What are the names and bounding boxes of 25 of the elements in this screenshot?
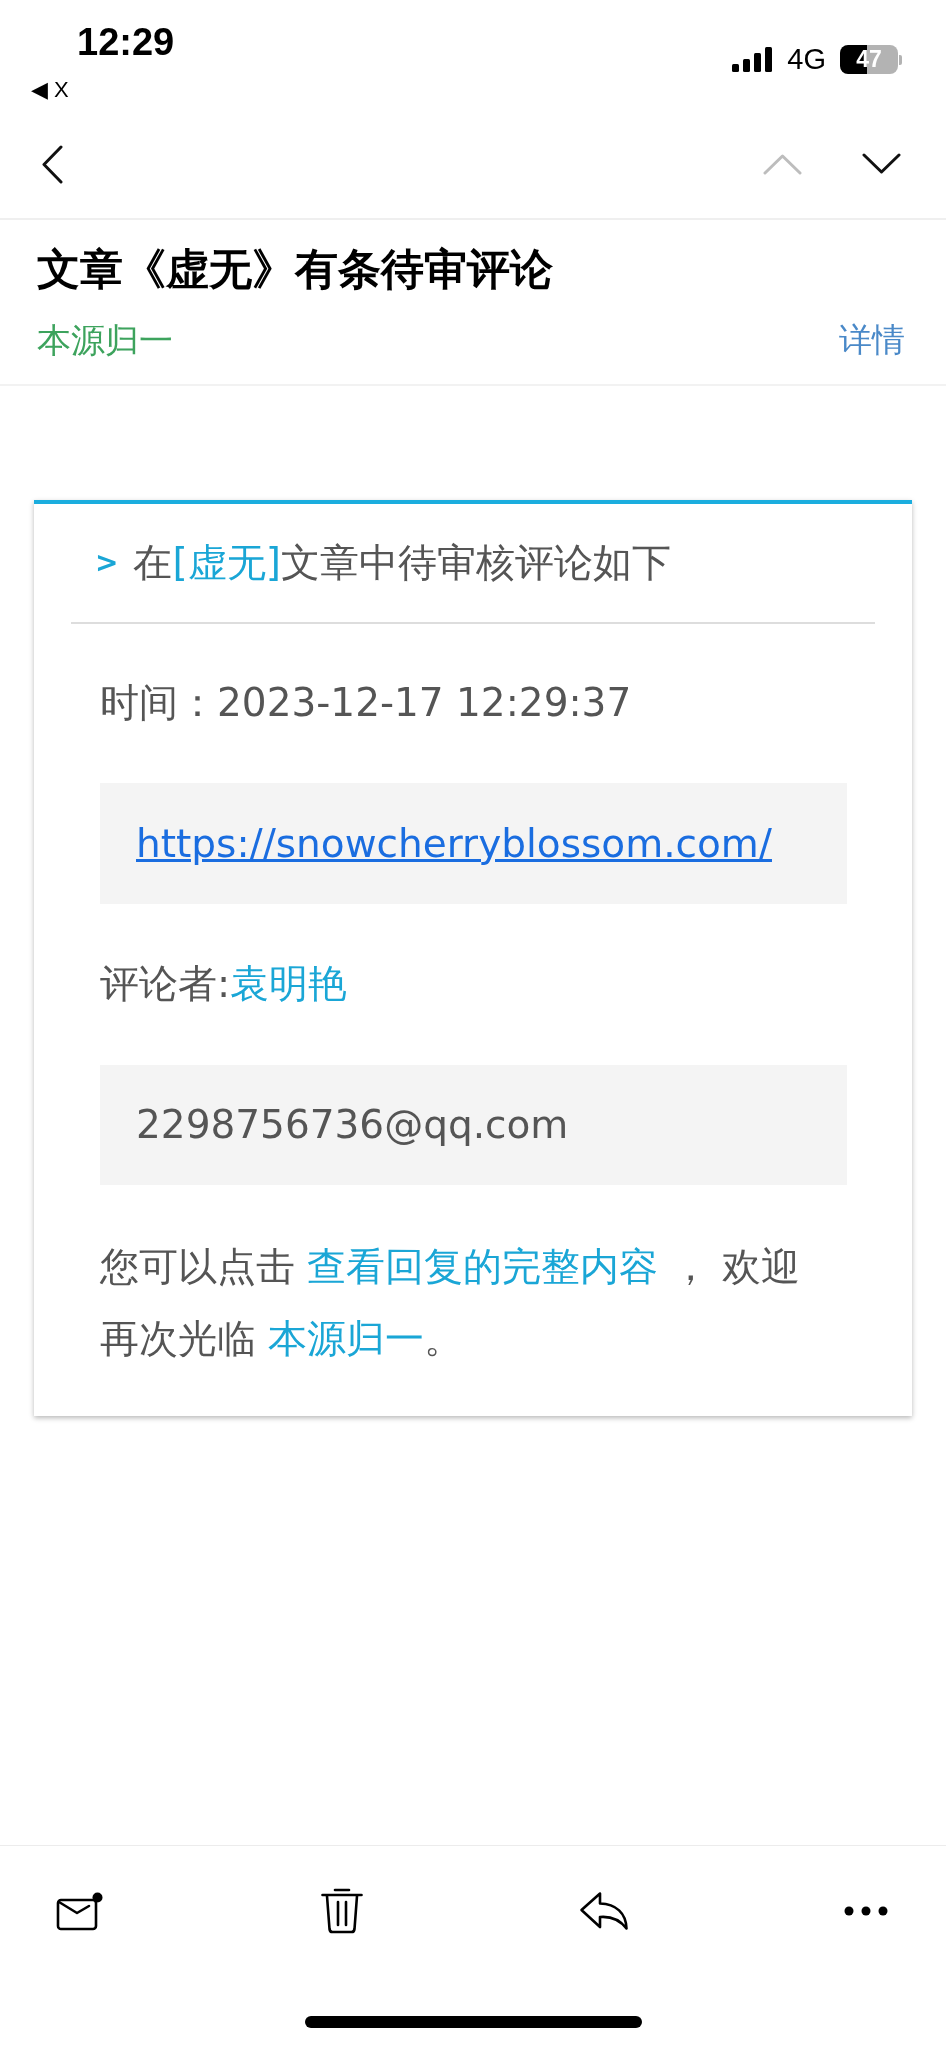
trash-icon: [321, 1888, 363, 1934]
status-time: 12:29: [77, 22, 175, 62]
email-text: 2298756736@qq.com: [136, 1105, 569, 1145]
article-link[interactable]: [虚无]: [172, 540, 281, 585]
url-link[interactable]: https://snowcherryblossom.com/: [136, 823, 772, 864]
envelope-dot-icon: [56, 1891, 104, 1931]
commenter-label: 评论者:: [100, 964, 231, 1004]
chevron-left-icon: [40, 144, 64, 184]
card-heading: 在[虚无]文章中待审核评论如下: [133, 539, 671, 587]
details-link[interactable]: 详情: [839, 320, 905, 360]
network-label: 4G: [787, 45, 826, 74]
subject-title: 文章《虚无》有条待审评论: [37, 243, 554, 295]
chevron-down-icon: [861, 153, 901, 175]
signal-bars-icon: [732, 47, 774, 72]
text-link[interactable]: 查看回复的完整内容: [307, 1244, 659, 1289]
timestamp-text: 时间：2023-12-17 12:29:37: [100, 683, 633, 723]
more-icon: [844, 1906, 888, 1916]
heading-marker: >: [95, 545, 119, 581]
reply-icon: [578, 1891, 630, 1931]
text-link[interactable]: 本源归一: [268, 1316, 425, 1361]
commenter-name-link[interactable]: 袁明艳: [230, 964, 348, 1004]
back-to-app-link[interactable]: ◀ X: [31, 78, 69, 102]
sender-name[interactable]: 本源归一: [37, 320, 173, 360]
chevron-up-icon: [762, 153, 802, 175]
closing-paragraph: 您可以点击 查看回复的完整内容 ， 欢迎再次光临 本源归一。: [100, 1243, 802, 1363]
